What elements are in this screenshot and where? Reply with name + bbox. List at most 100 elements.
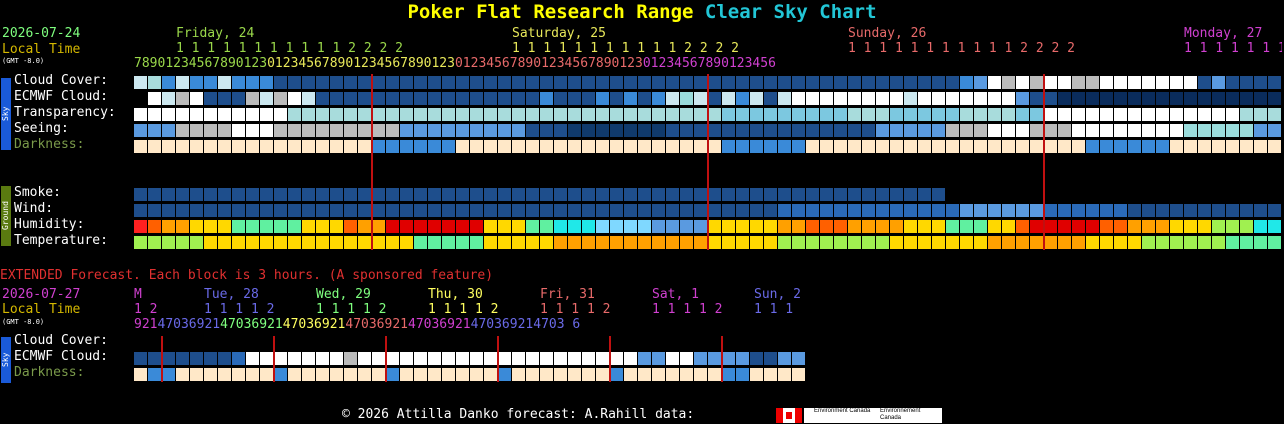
forecast-cell[interactable] [316, 204, 329, 217]
forecast-cell[interactable] [484, 92, 497, 105]
forecast-cell[interactable] [1114, 236, 1127, 249]
forecast-cell[interactable] [582, 92, 595, 105]
forecast-cell[interactable] [316, 108, 329, 121]
forecast-cell[interactable] [246, 92, 259, 105]
forecast-cell[interactable] [204, 220, 217, 233]
forecast-cell[interactable] [1058, 76, 1071, 89]
forecast-cell[interactable] [1254, 220, 1267, 233]
forecast-cell[interactable] [680, 108, 693, 121]
forecast-cell[interactable] [666, 76, 679, 89]
forecast-cell[interactable] [148, 76, 161, 89]
forecast-cell[interactable] [1016, 140, 1029, 153]
forecast-cell[interactable] [372, 76, 385, 89]
forecast-cell[interactable] [666, 236, 679, 249]
ext-forecast-cell[interactable] [428, 368, 441, 381]
forecast-cell[interactable] [484, 188, 497, 201]
forecast-cell[interactable] [1254, 140, 1267, 153]
ext-forecast-cell[interactable] [190, 352, 203, 365]
forecast-cell[interactable] [540, 188, 553, 201]
forecast-cell[interactable] [1212, 92, 1225, 105]
forecast-cell[interactable] [1044, 220, 1057, 233]
forecast-cell[interactable] [540, 108, 553, 121]
ext-forecast-cell[interactable] [246, 352, 259, 365]
forecast-cell[interactable] [820, 188, 833, 201]
forecast-cell[interactable] [316, 236, 329, 249]
forecast-cell[interactable] [1072, 108, 1085, 121]
forecast-cell[interactable] [960, 140, 973, 153]
forecast-cell[interactable] [932, 188, 945, 201]
forecast-cell[interactable] [1212, 108, 1225, 121]
forecast-cell[interactable] [568, 92, 581, 105]
forecast-cell[interactable] [862, 188, 875, 201]
forecast-cell[interactable] [260, 140, 273, 153]
forecast-cell[interactable] [904, 140, 917, 153]
forecast-cell[interactable] [1016, 204, 1029, 217]
forecast-cell[interactable] [316, 124, 329, 137]
forecast-cell[interactable] [1142, 124, 1155, 137]
forecast-cell[interactable] [918, 108, 931, 121]
forecast-cell[interactable] [1100, 108, 1113, 121]
forecast-cell[interactable] [610, 204, 623, 217]
forecast-cell[interactable] [1156, 140, 1169, 153]
ext-forecast-cell[interactable] [232, 352, 245, 365]
forecast-cell[interactable] [512, 124, 525, 137]
forecast-cell[interactable] [1086, 204, 1099, 217]
forecast-cell[interactable] [1058, 204, 1071, 217]
forecast-cell[interactable] [442, 124, 455, 137]
ext-forecast-cell[interactable] [470, 368, 483, 381]
forecast-cell[interactable] [624, 204, 637, 217]
forecast-cell[interactable] [918, 76, 931, 89]
forecast-cell[interactable] [638, 236, 651, 249]
forecast-cell[interactable] [582, 204, 595, 217]
forecast-cell[interactable] [372, 108, 385, 121]
forecast-cell[interactable] [1072, 124, 1085, 137]
forecast-cell[interactable] [1100, 236, 1113, 249]
ext-forecast-cell[interactable] [190, 368, 203, 381]
ext-forecast-cell[interactable] [204, 368, 217, 381]
forecast-cell[interactable] [1268, 92, 1281, 105]
forecast-cell[interactable] [358, 236, 371, 249]
forecast-cell[interactable] [960, 108, 973, 121]
forecast-cell[interactable] [932, 204, 945, 217]
forecast-cell[interactable] [512, 220, 525, 233]
forecast-cell[interactable] [456, 108, 469, 121]
forecast-cell[interactable] [610, 236, 623, 249]
forecast-cell[interactable] [414, 76, 427, 89]
forecast-cell[interactable] [1016, 236, 1029, 249]
forecast-cell[interactable] [638, 204, 651, 217]
forecast-cell[interactable] [554, 220, 567, 233]
forecast-cell[interactable] [1072, 140, 1085, 153]
forecast-cell[interactable] [134, 76, 147, 89]
forecast-cell[interactable] [344, 124, 357, 137]
forecast-cell[interactable] [750, 188, 763, 201]
forecast-cell[interactable] [904, 108, 917, 121]
forecast-cell[interactable] [1002, 236, 1015, 249]
ext-forecast-cell[interactable] [708, 368, 721, 381]
ext-forecast-cell[interactable] [442, 368, 455, 381]
forecast-cell[interactable] [568, 76, 581, 89]
forecast-cell[interactable] [834, 92, 847, 105]
ext-forecast-cell[interactable] [162, 352, 175, 365]
forecast-cell[interactable] [652, 92, 665, 105]
forecast-cell[interactable] [512, 92, 525, 105]
forecast-cell[interactable] [862, 92, 875, 105]
forecast-cell[interactable] [820, 124, 833, 137]
forecast-cell[interactable] [470, 220, 483, 233]
forecast-cell[interactable] [414, 236, 427, 249]
forecast-cell[interactable] [204, 188, 217, 201]
forecast-cell[interactable] [232, 76, 245, 89]
forecast-cell[interactable] [148, 92, 161, 105]
forecast-cell[interactable] [246, 236, 259, 249]
forecast-cell[interactable] [778, 204, 791, 217]
forecast-cell[interactable] [792, 76, 805, 89]
forecast-cell[interactable] [456, 236, 469, 249]
forecast-cell[interactable] [358, 204, 371, 217]
forecast-cell[interactable] [1240, 236, 1253, 249]
ext-forecast-cell[interactable] [764, 352, 777, 365]
ext-forecast-cell[interactable] [246, 368, 259, 381]
forecast-cell[interactable] [708, 92, 721, 105]
forecast-cell[interactable] [862, 124, 875, 137]
forecast-cell[interactable] [358, 108, 371, 121]
forecast-cell[interactable] [764, 92, 777, 105]
forecast-cell[interactable] [358, 220, 371, 233]
